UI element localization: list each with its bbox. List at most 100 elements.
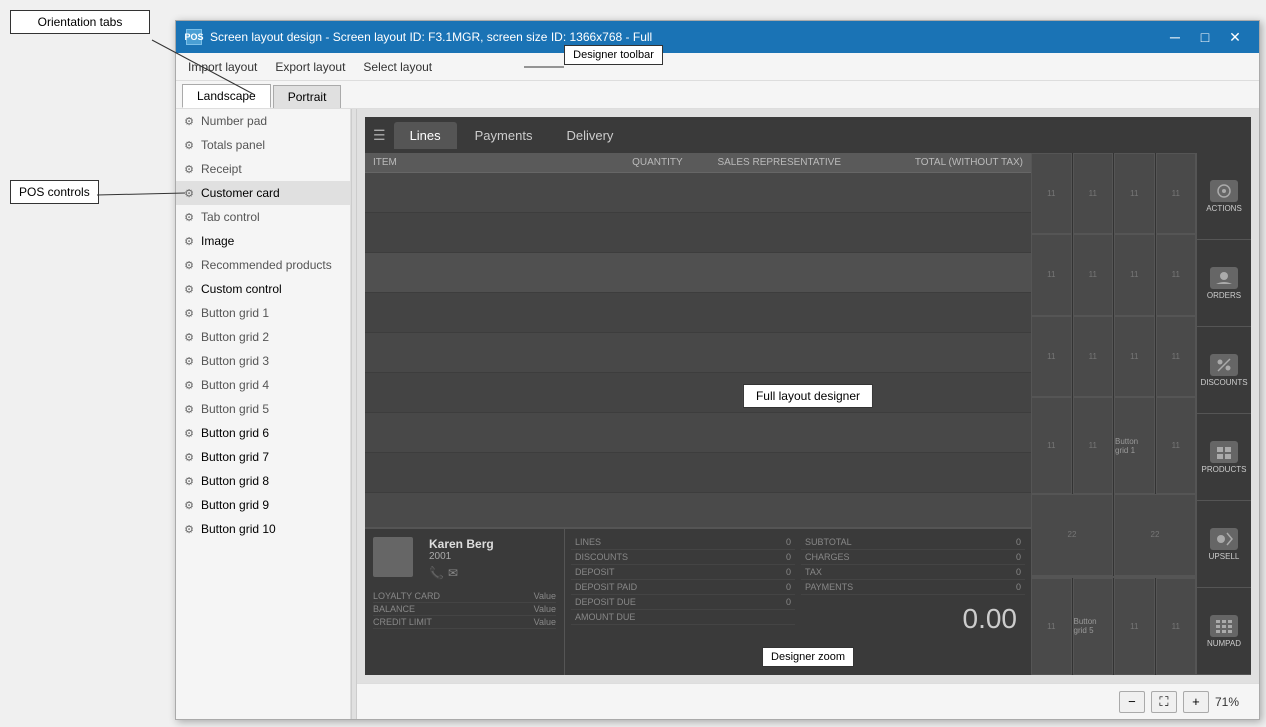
sidebar-label-recommended: Recommended products xyxy=(201,258,332,272)
zoom-out-button[interactable]: − xyxy=(1119,691,1145,713)
grid-cell[interactable]: 11 xyxy=(1031,153,1072,234)
grid-cell[interactable]: 11 xyxy=(1114,234,1155,315)
minimize-button[interactable]: ─ xyxy=(1161,25,1189,49)
sidebar-item-btn-grid-8[interactable]: ⚙ Button grid 8 xyxy=(176,469,350,493)
sidebar-label-btn4: Button grid 4 xyxy=(201,378,269,392)
sidebar-item-image[interactable]: ⚙ Image xyxy=(176,229,350,253)
landscape-tab[interactable]: Landscape xyxy=(182,84,271,108)
grid-cell-btn-grid-5[interactable]: Button grid 5 xyxy=(1073,578,1114,676)
grid-cell[interactable]: 11 xyxy=(1156,234,1197,315)
upsell-button[interactable]: UPSELL xyxy=(1197,501,1251,588)
grid-cell[interactable]: 11 xyxy=(1156,316,1197,397)
designer-toolbar-text: Designer toolbar xyxy=(573,49,654,61)
sidebar-item-btn-grid-5[interactable]: ⚙ Button grid 5 xyxy=(176,397,350,421)
orders-button[interactable]: ORDERS xyxy=(1197,240,1251,327)
grid-cell[interactable]: 22 xyxy=(1031,494,1113,575)
close-button[interactable]: ✕ xyxy=(1221,25,1249,49)
table-row[interactable] xyxy=(365,213,1031,253)
right-panel: 11 11 11 11 11 11 11 11 xyxy=(1031,153,1251,675)
orientation-tabs-annotation: Orientation tabs xyxy=(10,10,150,34)
title-bar: POS Screen layout design - Screen layout… xyxy=(176,21,1259,53)
pos-body: ITEM QUANTITY SALES REPRESENTATIVE TOTAL… xyxy=(365,153,1251,675)
payments-value: 0 xyxy=(1016,582,1021,592)
portrait-tab[interactable]: Portrait xyxy=(273,85,342,108)
table-row[interactable] xyxy=(365,453,1031,493)
grid-row-3: 11 11 11 11 xyxy=(1031,316,1196,397)
grid-cell[interactable]: 22 xyxy=(1114,494,1196,575)
sidebar-item-tab-control[interactable]: ⚙ Tab control xyxy=(176,205,350,229)
sidebar-item-custom-control[interactable]: ⚙ Custom control xyxy=(176,277,350,301)
charges-label: CHARGES xyxy=(805,552,850,562)
grid-cell[interactable]: 11 xyxy=(1156,397,1197,495)
products-button[interactable]: PRODUCTS xyxy=(1197,414,1251,501)
table-row[interactable] xyxy=(365,373,1031,413)
table-row[interactable] xyxy=(365,413,1031,453)
numpad-label: NUMPAD xyxy=(1207,639,1241,648)
grid-row-1: 11 11 11 11 xyxy=(1031,153,1196,234)
loyalty-card-value: Value xyxy=(534,591,556,601)
grid-cell[interactable]: 11 xyxy=(1073,316,1114,397)
sidebar-label-custom: Custom control xyxy=(201,282,282,296)
deposit-due-label: DEPOSIT DUE xyxy=(575,597,636,607)
sidebar-item-btn-grid-4[interactable]: ⚙ Button grid 4 xyxy=(176,373,350,397)
sidebar-item-btn-grid-10[interactable]: ⚙ Button grid 10 xyxy=(176,517,350,541)
select-layout-menu[interactable]: Select layout xyxy=(355,57,440,77)
table-row[interactable] xyxy=(365,253,1031,293)
total-amount: 0.00 xyxy=(801,603,1025,635)
gear-icon-btn10: ⚙ xyxy=(182,522,196,536)
sidebar-item-btn-grid-3[interactable]: ⚙ Button grid 3 xyxy=(176,349,350,373)
grid-cell[interactable]: 11 xyxy=(1031,316,1072,397)
discounts-label: DISCOUNTS xyxy=(1200,378,1247,387)
discounts-label: DISCOUNTS xyxy=(575,552,628,562)
gear-icon-image: ⚙ xyxy=(182,234,196,248)
sidebar-item-number-pad[interactable]: ⚙ Number pad xyxy=(176,109,350,133)
grid-cell[interactable]: 11 xyxy=(1156,578,1197,676)
pos-tab-payments[interactable]: Payments xyxy=(459,122,549,149)
pos-tab-delivery[interactable]: Delivery xyxy=(550,122,629,149)
grid-cell[interactable]: 11 xyxy=(1073,153,1114,234)
sidebar-item-btn-grid-7[interactable]: ⚙ Button grid 7 xyxy=(176,445,350,469)
numpad-button[interactable]: NUMPAD xyxy=(1197,588,1251,675)
designer-zoom-text: Designer zoom xyxy=(771,651,845,663)
grid-cell[interactable]: 11 xyxy=(1114,578,1155,676)
pos-tab-lines[interactable]: Lines xyxy=(394,122,457,149)
sidebar-item-btn-grid-2[interactable]: ⚙ Button grid 2 xyxy=(176,325,350,349)
table-row[interactable] xyxy=(365,293,1031,333)
grid-cell[interactable]: 11 xyxy=(1114,316,1155,397)
grid-cell-btn-grid-1[interactable]: Button grid 1 xyxy=(1114,397,1155,495)
actions-button[interactable]: ACTIONS xyxy=(1197,153,1251,240)
gear-icon-number-pad: ⚙ xyxy=(182,114,196,128)
subtotal-value: 0 xyxy=(1016,537,1021,547)
gear-icon-btn2: ⚙ xyxy=(182,330,196,344)
grid-cell[interactable]: 11 xyxy=(1031,234,1072,315)
discounts-button[interactable]: DISCOUNTS xyxy=(1197,327,1251,414)
sidebar-label-customer: Customer card xyxy=(201,186,280,200)
table-row[interactable] xyxy=(365,173,1031,213)
grid-cell[interactable]: 11 xyxy=(1031,578,1072,676)
sidebar-item-btn-grid-9[interactable]: ⚙ Button grid 9 xyxy=(176,493,350,517)
grid-cell[interactable]: 11 xyxy=(1031,397,1072,495)
maximize-button[interactable]: □ xyxy=(1191,25,1219,49)
sidebar-item-btn-grid-6[interactable]: ⚙ Button grid 6 xyxy=(176,421,350,445)
email-icon: ✉ xyxy=(448,566,458,580)
zoom-fit-button[interactable]: ⛶ xyxy=(1151,691,1177,713)
import-layout-menu[interactable]: Import layout xyxy=(180,57,265,77)
sidebar-item-btn-grid-1[interactable]: ⚙ Button grid 1 xyxy=(176,301,350,325)
grid-cell[interactable]: 11 xyxy=(1073,397,1114,495)
sidebar-item-receipt[interactable]: ⚙ Receipt xyxy=(176,157,350,181)
export-layout-menu[interactable]: Export layout xyxy=(267,57,353,77)
deposit-label: DEPOSIT xyxy=(575,567,615,577)
table-row[interactable] xyxy=(365,333,1031,373)
customer-avatar xyxy=(373,537,413,577)
grid-cell[interactable]: 11 xyxy=(1156,153,1197,234)
sidebar-item-totals-panel[interactable]: ⚙ Totals panel xyxy=(176,133,350,157)
numpad-icon xyxy=(1210,615,1238,637)
grid-cell[interactable]: 11 xyxy=(1073,234,1114,315)
sidebar-item-recommended[interactable]: ⚙ Recommended products xyxy=(176,253,350,277)
col-item: ITEM xyxy=(373,157,617,168)
phone-icon: 📞 xyxy=(429,566,444,580)
zoom-in-button[interactable]: + xyxy=(1183,691,1209,713)
grid-cell[interactable]: 11 xyxy=(1114,153,1155,234)
sidebar-item-customer-card[interactable]: ⚙ Customer card xyxy=(176,181,350,205)
gear-icon-btn7: ⚙ xyxy=(182,450,196,464)
